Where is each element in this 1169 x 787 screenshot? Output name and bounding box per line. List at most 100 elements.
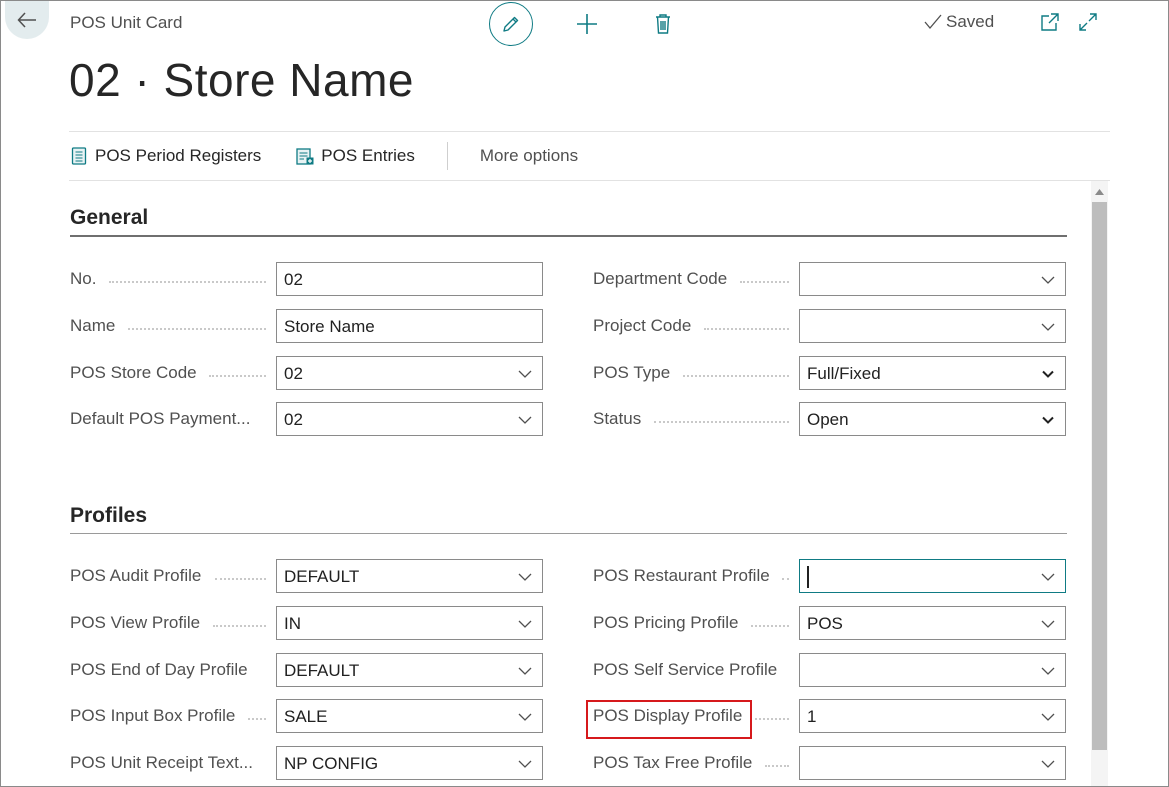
lookup-field[interactable] [799,559,1066,593]
label-leader-dots [683,375,789,377]
field-row-pos-unit-receipt-text: POS Unit Receipt Text... NP CONFIG [70,746,543,780]
field-label[interactable]: POS Input Box Profile [70,706,235,726]
breadcrumb: POS Unit Card [70,13,183,32]
field-row-pos-restaurant-profile: POS Restaurant Profile [593,559,1066,593]
select-arrow-icon [1042,416,1054,424]
lookup-field[interactable] [799,746,1066,780]
field-label[interactable]: POS Self Service Profile [593,660,777,680]
trash-icon [656,14,670,34]
field-value: SALE [284,707,328,726]
field-value: Full/Fixed [807,364,881,383]
field-label[interactable]: POS Restaurant Profile [593,566,770,586]
field-label[interactable]: No. [70,269,96,289]
new-button[interactable] [570,7,604,41]
label-leader-dots [755,718,789,720]
lookup-field[interactable]: 02 [276,356,543,390]
lookup-field[interactable] [799,262,1066,296]
scrollbar-thumb[interactable] [1092,202,1107,750]
chevron-down-icon [1041,573,1055,581]
lookup-field[interactable]: NP CONFIG [276,746,543,780]
action-bar-divider [446,142,448,170]
field-row-pos-type: POS Type Full/Fixed [593,356,1066,390]
label-leader-dots [209,375,266,377]
label-leader-dots [215,578,266,580]
lookup-field[interactable]: 02 [276,402,543,436]
lookup-field[interactable] [799,653,1066,687]
text-field[interactable]: 02 [276,262,543,296]
field-label[interactable]: POS Pricing Profile [593,613,739,633]
open-in-new-window-icon [1041,13,1059,31]
dropdown-select[interactable]: Full/Fixed [799,356,1066,390]
lookup-field[interactable]: SALE [276,699,543,733]
arrow-left-icon [17,12,36,28]
section-title-general[interactable]: General [70,206,148,230]
field-value: DEFAULT [284,661,360,680]
pos-entries-action[interactable]: POS Entries [295,146,415,166]
field-label[interactable]: Project Code [593,316,691,336]
label-leader-dots [704,328,789,330]
field-label[interactable]: POS Unit Receipt Text... [70,753,253,773]
field-label[interactable]: POS Tax Free Profile [593,753,752,773]
action-label: POS Period Registers [95,146,262,165]
card-toolbar [489,1,680,47]
text-field[interactable]: Store Name [276,309,543,343]
chevron-down-icon [518,370,532,378]
field-value: 02 [284,364,303,383]
chevron-down-icon [1041,713,1055,721]
field-label[interactable]: POS Type [593,363,670,383]
pencil-icon [503,16,519,32]
edit-button[interactable] [489,2,533,46]
section-title-profiles[interactable]: Profiles [70,504,147,528]
label-leader-dots [740,281,789,283]
open-new-window-button[interactable] [1037,9,1063,35]
highlight-box [586,700,752,739]
chevron-down-icon [518,667,532,675]
field-label[interactable]: POS View Profile [70,613,200,633]
dropdown-select[interactable]: Open [799,402,1066,436]
lookup-field[interactable]: DEFAULT [276,653,543,687]
field-label[interactable]: Department Code [593,269,727,289]
chevron-down-icon [1041,667,1055,675]
pos-unit-card-window: POS Unit Card Saved 02 · Store Name POS … [0,0,1169,787]
label-leader-dots [765,765,789,767]
label-leader-dots [751,625,789,627]
back-button[interactable] [5,1,49,39]
delete-button[interactable] [646,7,680,41]
chevron-down-icon [1041,323,1055,331]
field-row-default-pos-payment: Default POS Payment... 02 [70,402,543,436]
lookup-field[interactable]: IN [276,606,543,640]
action-label: POS Entries [321,146,415,165]
chevron-down-icon [1041,276,1055,284]
field-label[interactable]: POS Audit Profile [70,566,201,586]
scroll-up-button[interactable] [1091,185,1108,199]
field-label[interactable]: POS Store Code [70,363,197,383]
lookup-field[interactable] [799,309,1066,343]
lookup-field[interactable]: 1 [799,699,1066,733]
text-cursor [807,566,809,588]
vertical-scrollbar[interactable] [1091,181,1108,786]
checkmark-icon [924,14,942,30]
lookup-field[interactable]: POS [799,606,1066,640]
pos-period-registers-action[interactable]: POS Period Registers [69,146,261,166]
field-label[interactable]: Default POS Payment... [70,409,250,429]
label-leader-dots [654,421,789,423]
field-value: DEFAULT [284,567,360,586]
field-row-pos-input-box-profile: POS Input Box Profile SALE [70,699,543,733]
label-leader-dots [782,578,789,580]
field-label[interactable]: Status [593,409,641,429]
chevron-down-icon [1041,620,1055,628]
section-divider [70,235,1067,237]
lookup-field[interactable]: DEFAULT [276,559,543,593]
field-row-pos-end-of-day-profile: POS End of Day Profile DEFAULT [70,653,543,687]
chevron-down-icon [518,620,532,628]
field-label[interactable]: POS End of Day Profile [70,660,248,680]
more-options-button[interactable]: More options [480,146,578,166]
field-value: IN [284,614,301,633]
expand-button[interactable] [1075,9,1101,35]
field-row-project-code: Project Code [593,309,1066,343]
label-leader-dots [213,625,266,627]
field-value: NP CONFIG [284,754,379,773]
field-label[interactable]: Name [70,316,115,336]
chevron-down-icon [518,713,532,721]
field-value: Store Name [284,317,375,336]
